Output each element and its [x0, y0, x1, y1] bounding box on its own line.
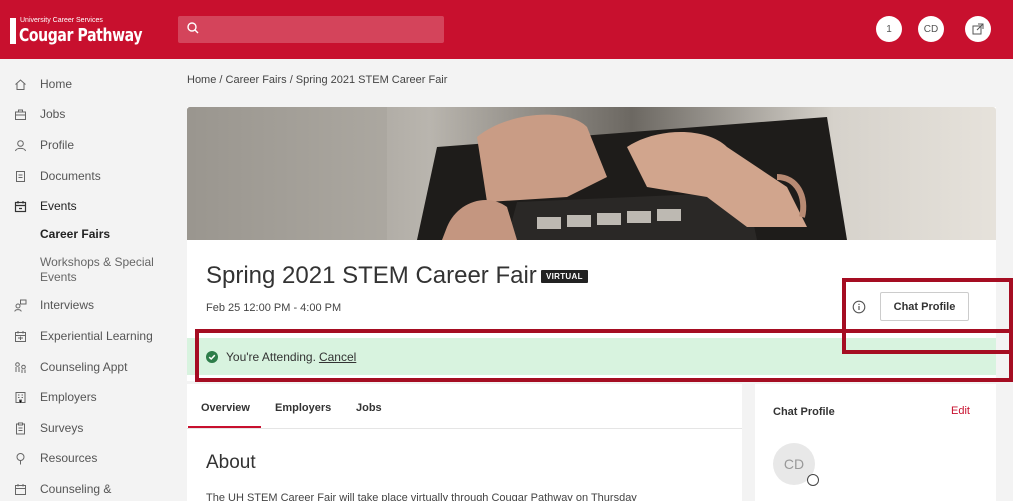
- presence-status-icon: [807, 474, 819, 486]
- tab-overview[interactable]: Overview: [201, 402, 250, 414]
- sidebar-subitem-label: Workshops & Special: [40, 255, 154, 269]
- sidebar-item-label: Jobs: [40, 107, 66, 121]
- sidebar-item-experiential-learning[interactable]: Experiential Learning: [0, 329, 166, 343]
- sidebar-item-label: Interviews: [40, 298, 95, 312]
- sidebar-item-counseling[interactable]: Counseling &: [0, 482, 166, 496]
- logo-subtitle: University Career Services: [20, 17, 103, 24]
- calendar-icon: [0, 200, 40, 213]
- sidebar-subitem-career-fairs[interactable]: Career Fairs: [40, 227, 110, 242]
- search-icon: [186, 21, 200, 40]
- tab-employers[interactable]: Employers: [275, 402, 331, 414]
- attending-text: You're Attending.: [226, 349, 316, 364]
- event-card: Spring 2021 STEM Career Fair VIRTUAL Feb…: [187, 107, 996, 381]
- event-hero-image: [187, 107, 996, 240]
- sidebar: Home Jobs Profile Documents Events Caree…: [0, 59, 166, 501]
- check-circle-icon: [206, 350, 218, 363]
- sidebar-item-surveys[interactable]: Surveys: [0, 421, 166, 435]
- sidebar-item-label: Surveys: [40, 421, 84, 435]
- sidebar-subitem-workshops[interactable]: Workshops & Special Events: [40, 255, 154, 285]
- interviews-icon: [0, 299, 40, 312]
- calendar-grid-icon: [0, 330, 40, 343]
- sidebar-item-label: Events: [40, 199, 77, 213]
- about-heading: About: [206, 452, 256, 473]
- building-icon: [0, 391, 40, 404]
- sidebar-item-label: Documents: [40, 169, 101, 183]
- attending-banner: You're Attending. Cancel: [187, 338, 996, 375]
- chat-profile-title: Chat Profile: [773, 406, 835, 418]
- chat-profile-card: Chat Profile Edit CD: [755, 384, 996, 501]
- sidebar-item-counseling-appt[interactable]: Counseling Appt: [0, 360, 166, 374]
- sidebar-item-label: Home: [40, 77, 73, 91]
- sidebar-item-label: Counseling &: [40, 482, 112, 496]
- edit-link[interactable]: Edit: [951, 405, 970, 417]
- tab-divider: [187, 428, 742, 429]
- sidebar-item-label: Experiential Learning: [40, 329, 153, 343]
- sidebar-item-profile[interactable]: Profile: [0, 138, 166, 152]
- home-icon: [0, 78, 40, 91]
- logo-mark: [10, 18, 16, 44]
- pin-icon: [0, 452, 40, 465]
- tab-jobs[interactable]: Jobs: [356, 402, 382, 414]
- chat-profile-button[interactable]: Chat Profile: [880, 292, 969, 321]
- breadcrumb[interactable]: Home / Career Fairs / Spring 2021 STEM C…: [187, 74, 447, 86]
- virtual-badge: VIRTUAL: [541, 270, 588, 283]
- sidebar-item-label: Profile: [40, 138, 75, 152]
- sidebar-item-employers[interactable]: Employers: [0, 390, 166, 404]
- search-input[interactable]: [178, 16, 444, 43]
- briefcase-icon: [0, 108, 40, 121]
- cancel-link[interactable]: Cancel: [319, 350, 356, 364]
- sidebar-item-label: Resources: [40, 451, 98, 465]
- sidebar-item-interviews[interactable]: Interviews: [0, 298, 166, 312]
- sidebar-item-events[interactable]: Events: [0, 199, 166, 213]
- event-datetime: Feb 25 12:00 PM - 4:00 PM: [206, 302, 342, 314]
- sidebar-item-jobs[interactable]: Jobs: [0, 107, 166, 121]
- sidebar-item-label: Counseling Appt: [40, 360, 128, 374]
- event-details-panel: Overview Employers Jobs About The UH STE…: [187, 384, 742, 501]
- top-bar: University Career Services Cougar Pathwa…: [0, 0, 1013, 59]
- sidebar-item-resources[interactable]: Resources: [0, 451, 166, 465]
- event-title: Spring 2021 STEM Career Fair: [206, 262, 537, 289]
- notification-badge[interactable]: 1: [876, 16, 902, 42]
- user-avatar[interactable]: CD: [918, 16, 944, 42]
- person-icon: [0, 139, 40, 152]
- sidebar-item-label: Employers: [40, 390, 97, 404]
- info-icon[interactable]: [852, 300, 866, 319]
- external-link-icon[interactable]: [965, 16, 991, 42]
- sidebar-subitem-label: Events: [40, 270, 77, 284]
- logo-title[interactable]: Cougar Pathway: [19, 25, 142, 46]
- calendar-icon: [0, 483, 40, 496]
- document-icon: [0, 170, 40, 183]
- sidebar-item-documents[interactable]: Documents: [0, 169, 166, 183]
- people-icon: [0, 361, 40, 374]
- sidebar-item-home[interactable]: Home: [0, 77, 166, 91]
- about-text: The UH STEM Career Fair will take place …: [206, 492, 637, 501]
- clipboard-icon: [0, 422, 40, 435]
